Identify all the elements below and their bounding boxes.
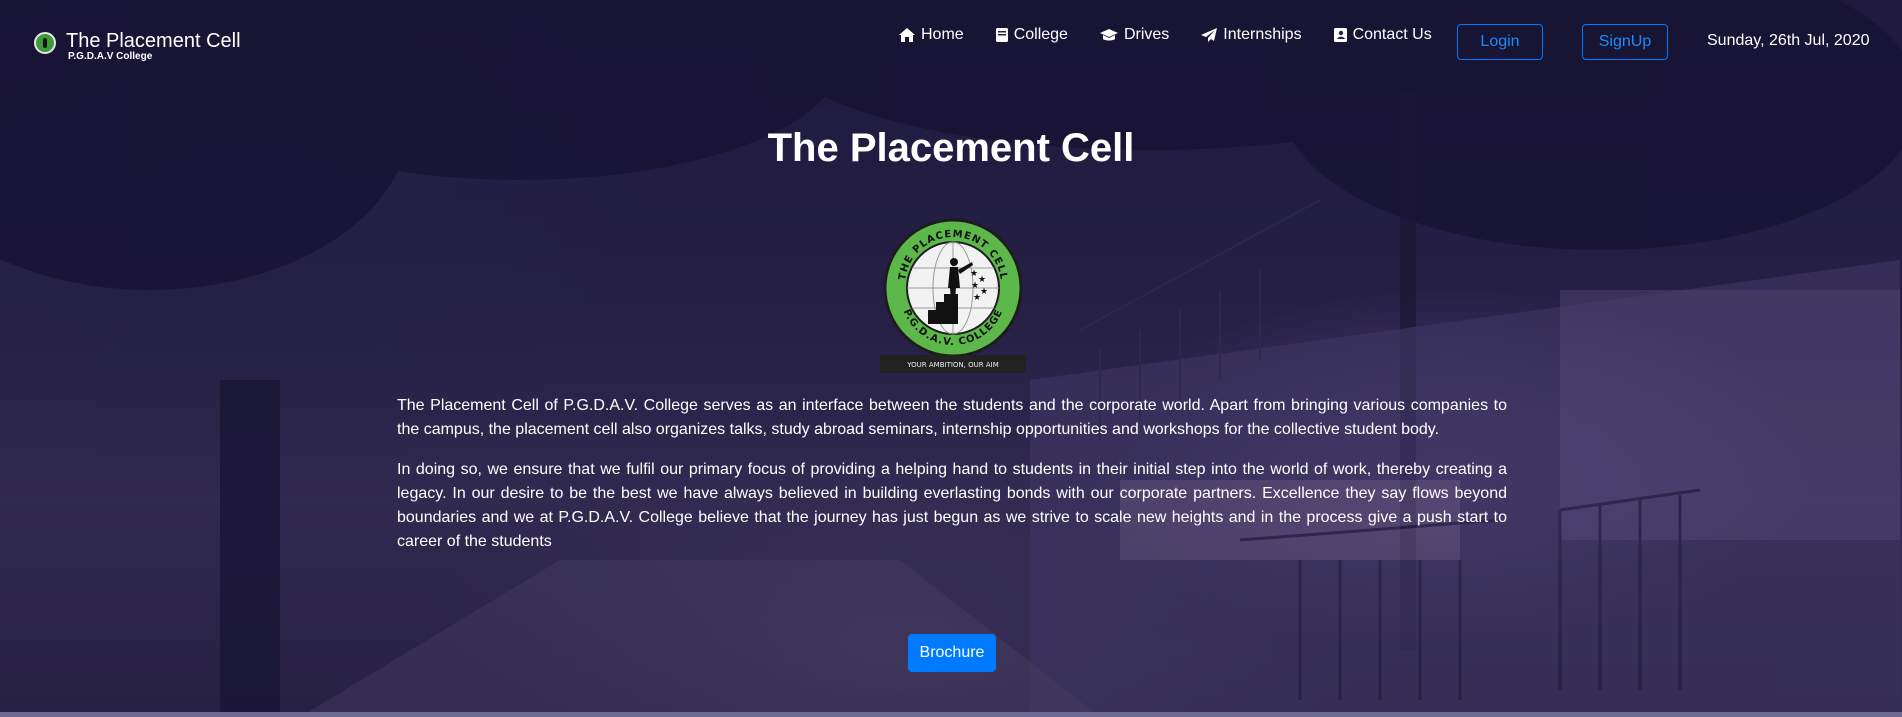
nav-link-home[interactable]: Home <box>898 26 964 44</box>
home-icon <box>899 28 915 42</box>
nav-link-label: Contact Us <box>1352 26 1432 43</box>
graduation-cap-icon <box>1099 29 1118 41</box>
svg-text:★: ★ <box>971 281 979 291</box>
mission-paragraph: In doing so, we ensure that we fulfil ou… <box>397 461 1507 550</box>
svg-text:★: ★ <box>973 293 981 303</box>
nav-link-label: Drives <box>1123 26 1170 43</box>
brand[interactable]: The Placement Cell P.G.D.A.V College <box>34 30 241 62</box>
signup-button[interactable]: SignUp <box>1582 24 1668 60</box>
brand-text: The Placement Cell P.G.D.A.V College <box>66 30 241 62</box>
svg-text:★: ★ <box>978 275 986 285</box>
navbar: The Placement Cell P.G.D.A.V College Hom… <box>0 0 1902 90</box>
placement-cell-emblem: ★ ★ ★ ★ ★ THE PLACEMENT CELL P.G.D.A.V. COLL… <box>878 210 1028 376</box>
brand-subtitle: P.G.D.A.V College <box>68 51 153 62</box>
svg-text:★: ★ <box>980 287 988 297</box>
address-book-icon <box>1333 28 1347 42</box>
nav-link-college[interactable]: College <box>995 26 1068 44</box>
svg-text:★: ★ <box>970 269 978 279</box>
nav-link-contact[interactable]: Contact Us <box>1333 26 1432 44</box>
nav-link-internships[interactable]: Internships <box>1200 26 1302 44</box>
intro-paragraph: The Placement Cell of P.G.D.A.V. College… <box>397 397 1507 438</box>
login-button[interactable]: Login <box>1457 24 1543 60</box>
page-bottom-border <box>0 712 1902 717</box>
book-icon <box>995 28 1008 42</box>
nav-link-label: College <box>1013 26 1068 43</box>
brand-title: The Placement Cell <box>66 30 241 52</box>
brochure-button[interactable]: Brochure <box>908 634 996 672</box>
emblem-tagline: YOUR AMBITION, OUR AIM <box>906 361 998 369</box>
nav-link-label: Home <box>921 26 964 43</box>
emblem-icon: ★★★★★ THE PLACEMENT CELL P.G.D.A.V. COLL… <box>880 218 1026 373</box>
current-date: Sunday, 26th Jul, 2020 <box>1707 32 1870 49</box>
nav-link-label: Internships <box>1223 26 1302 43</box>
nav-link-drives[interactable]: Drives <box>1099 26 1169 44</box>
page-title: The Placement Cell <box>767 126 1135 170</box>
college-logo-icon <box>34 32 56 54</box>
paper-plane-icon <box>1201 28 1218 42</box>
nav-links: Home College Drives Internships Contact … <box>898 26 1463 44</box>
